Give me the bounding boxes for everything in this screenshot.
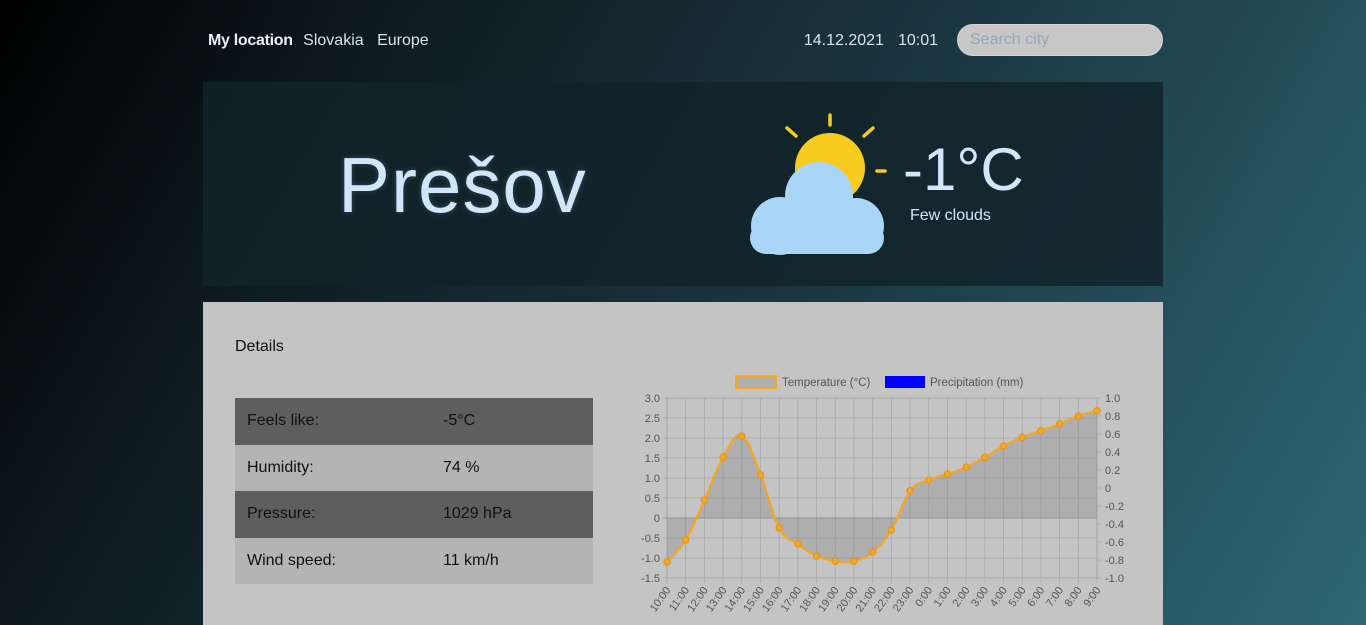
temperature-point — [962, 463, 970, 471]
temperature-point — [906, 487, 914, 495]
x-axis-tick-label: 5:00 — [1007, 585, 1029, 609]
left-axis-tick-label: 2.0 — [645, 433, 660, 445]
temperature-point — [681, 536, 690, 544]
details-table: Feels like: -5°C Humidity: 74 % Pressure… — [235, 398, 593, 584]
temperature-point — [868, 548, 877, 556]
wind-speed-value: 11 km/h — [443, 551, 499, 569]
temperature-point — [887, 526, 896, 534]
right-axis-tick-label: 1.0 — [1105, 393, 1120, 405]
temperature-point — [1037, 427, 1045, 435]
x-axis-tick-label: 9:00 — [1081, 585, 1103, 609]
x-axis-tick-label: 6:00 — [1025, 585, 1047, 609]
x-axis-tick-label: 2:00 — [950, 585, 972, 609]
legend-precipitation-swatch — [885, 376, 925, 388]
legend-temperature-label: Temperature (°C) — [782, 377, 870, 389]
right-axis-tick-label: 0.6 — [1105, 429, 1120, 441]
pressure-label: Pressure: — [247, 505, 316, 523]
country-label: Slovakia — [303, 32, 364, 49]
x-axis-tick-label: 8:00 — [1063, 585, 1085, 609]
temperature-point — [925, 476, 933, 484]
table-row: Pressure: 1029 hPa — [235, 491, 593, 538]
search-city-input[interactable] — [957, 24, 1163, 56]
time-text: 10:01 — [897, 32, 938, 49]
feels-like-label: Feels like: — [247, 412, 320, 430]
x-axis-tick-label: 4:00 — [988, 585, 1010, 609]
temperature-point — [831, 557, 839, 565]
temperature-point — [700, 496, 709, 504]
temperature-point — [1074, 412, 1083, 420]
details-panel: Details Feels like: -5°C Humidity: 74 % … — [203, 302, 1163, 625]
table-row: Feels like: -5°C — [235, 398, 593, 445]
x-axis-tick-label: 3:00 — [969, 585, 991, 609]
weather-description: Few clouds — [910, 207, 991, 224]
location-breadcrumb: My location Slovakia Europe — [208, 32, 429, 50]
right-axis-tick-label: 0 — [1105, 483, 1111, 495]
right-axis-tick-label: 0.4 — [1105, 447, 1120, 459]
legend-precipitation-label: Precipitation (mm) — [930, 377, 1023, 389]
continent-label: Europe — [377, 32, 429, 49]
city-name: Prešov — [338, 141, 587, 229]
temperature-point — [812, 552, 821, 560]
temperature-point — [1093, 407, 1101, 415]
humidity-value: 74 % — [443, 458, 480, 476]
x-axis-tick-label: 0:00 — [913, 585, 935, 609]
left-axis-tick-label: -0.5 — [641, 533, 660, 545]
right-axis-tick-label: 0.8 — [1105, 411, 1120, 423]
temperature-point — [794, 540, 802, 548]
date-time: 14.12.2021 10:01 — [804, 32, 938, 50]
temperature-point — [850, 557, 858, 565]
temperature-point — [1055, 420, 1064, 428]
humidity-label: Humidity: — [247, 458, 314, 476]
left-axis-tick-label: -1.5 — [641, 573, 660, 585]
left-axis-tick-label: 3.0 — [645, 393, 660, 405]
legend-temperature-swatch — [735, 375, 777, 389]
left-axis-tick-label: 2.5 — [645, 413, 660, 425]
feels-like-value: -5°C — [443, 412, 476, 430]
temperature-point — [981, 453, 989, 461]
x-axis-tick-label: 7:00 — [1044, 585, 1066, 609]
table-row: Wind speed: 11 km/h — [235, 537, 593, 584]
right-axis-tick-label: -0.2 — [1105, 501, 1124, 513]
right-axis-tick-label: -0.4 — [1105, 519, 1124, 531]
temperature-point — [775, 524, 783, 532]
top-bar: My location Slovakia Europe 14.12.2021 10… — [208, 24, 1163, 58]
current-weather-panel: Prešov -1°C Few clouds — [203, 82, 1163, 286]
right-axis-tick-label: -0.8 — [1105, 555, 1124, 567]
wind-speed-label: Wind speed: — [247, 551, 336, 569]
temperature-point — [756, 471, 765, 479]
my-location-link[interactable]: My location — [208, 32, 293, 49]
current-temperature: -1°C — [903, 136, 1024, 203]
temperature-point — [999, 442, 1008, 450]
table-row: Humidity: 74 % — [235, 444, 593, 491]
temperature-point — [1018, 433, 1026, 441]
temperature-point — [738, 432, 746, 440]
pressure-value: 1029 hPa — [443, 505, 512, 523]
left-axis-tick-label: 1.5 — [645, 453, 660, 465]
x-axis-tick-label: 10:00 — [648, 585, 674, 614]
date-text: 14.12.2021 — [803, 32, 884, 49]
left-axis-tick-label: 1.0 — [645, 473, 660, 485]
x-axis-tick-label: 1:00 — [932, 585, 954, 609]
left-axis-tick-label: 0 — [654, 513, 660, 525]
right-axis-tick-label: -1.0 — [1105, 573, 1124, 585]
left-axis-tick-label: 0.5 — [645, 493, 660, 505]
temperature-point — [663, 558, 671, 566]
sun-behind-cloud-icon — [750, 113, 887, 255]
temperature-point — [943, 470, 952, 478]
right-axis-tick-label: 0.2 — [1105, 465, 1120, 477]
right-axis-tick-label: -0.6 — [1105, 537, 1124, 549]
temperature-point — [719, 453, 727, 461]
left-axis-tick-label: -1.0 — [641, 553, 660, 565]
forecast-chart: 3.0 2.5 2.0 1.5 1.0 0.5 0 -0.5 -1.0 -1.5 1.0 0.8 0.6… — [641, 375, 1124, 614]
details-heading: Details — [235, 338, 284, 355]
x-axis-tick-label: 23:00 — [891, 585, 917, 614]
